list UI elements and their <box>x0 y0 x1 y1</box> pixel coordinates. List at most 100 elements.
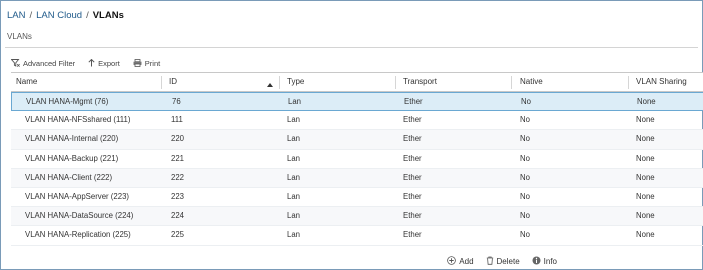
cell-id: 224 <box>171 211 185 221</box>
cell-vlan-sharing: None <box>636 115 655 125</box>
cell-type: Lan <box>287 134 301 144</box>
cell-transport: Ether <box>404 97 423 106</box>
add-label: Add <box>459 257 474 266</box>
table-body: VLAN HANA-Mgmt (76) 76 Lan Ether No None… <box>11 92 703 246</box>
cell-type: Lan <box>287 191 301 201</box>
cell-type: Lan <box>287 115 301 125</box>
cell-type: Lan <box>287 230 301 240</box>
cell-vlan-sharing: None <box>636 211 655 221</box>
toolbar: Advanced Filter Export Print <box>11 56 698 70</box>
column-header-native[interactable]: Native <box>520 73 543 92</box>
add-button[interactable]: Add <box>447 256 474 267</box>
table-row[interactable]: VLAN HANA-Mgmt (76) 76 Lan Ether No None <box>11 92 703 112</box>
breadcrumb-current: VLANs <box>92 10 124 21</box>
breadcrumb-separator: / <box>86 10 89 21</box>
cell-type: Lan <box>288 97 302 106</box>
column-divider[interactable] <box>511 76 512 89</box>
delete-label: Delete <box>496 257 520 266</box>
cell-native: No <box>521 97 531 106</box>
add-icon <box>447 256 457 267</box>
table-header: Name ID Type Transport Native VLAN Shari… <box>11 73 703 92</box>
delete-icon <box>486 256 494 267</box>
table-row[interactable]: VLAN HANA-Internal (220) 220 Lan Ether N… <box>11 130 703 150</box>
vlan-table: Name ID Type Transport Native VLAN Shari… <box>11 72 703 255</box>
page-title: VLANs <box>7 32 32 41</box>
cell-name: VLAN HANA-Backup (221) <box>25 153 119 163</box>
column-header-vlan-sharing[interactable]: VLAN Sharing <box>636 73 687 92</box>
cell-id: 223 <box>171 191 185 201</box>
advanced-filter-button[interactable]: Advanced Filter <box>11 59 75 68</box>
export-button[interactable]: Export <box>88 59 120 68</box>
table-row[interactable]: VLAN HANA-Client (222) 222 Lan Ether No … <box>11 168 703 188</box>
advanced-filter-label: Advanced Filter <box>23 58 76 68</box>
cell-transport: Ether <box>403 191 422 201</box>
cell-name: VLAN HANA-Internal (220) <box>25 134 119 144</box>
breadcrumb-link-lan-cloud[interactable]: LAN Cloud <box>36 10 82 21</box>
cell-transport: Ether <box>403 115 422 125</box>
cell-vlan-sharing: None <box>636 134 655 144</box>
table-actions: Add Delete Info <box>1 254 702 269</box>
cell-transport: Ether <box>403 172 422 182</box>
column-header-id[interactable]: ID <box>169 73 177 92</box>
export-icon <box>88 59 95 67</box>
column-divider[interactable] <box>395 76 396 89</box>
print-label: Print <box>144 58 161 68</box>
delete-button[interactable]: Delete <box>486 256 520 267</box>
cell-name: VLAN HANA-Mgmt (76) <box>26 97 109 106</box>
cell-vlan-sharing: None <box>636 153 655 163</box>
sort-up-icon[interactable] <box>267 80 273 89</box>
cell-id: 221 <box>171 153 185 163</box>
cell-name: VLAN HANA-AppServer (223) <box>25 191 129 201</box>
cell-native: No <box>520 115 530 125</box>
info-label: Info <box>543 257 557 266</box>
table-row[interactable]: VLAN HANA-AppServer (223) 223 Lan Ether … <box>11 188 703 208</box>
column-divider[interactable] <box>161 76 162 89</box>
cell-type: Lan <box>287 153 301 163</box>
breadcrumb: LAN / LAN Cloud / VLANs <box>7 10 124 21</box>
title-divider <box>5 47 698 48</box>
breadcrumb-separator: / <box>29 10 33 21</box>
print-button[interactable]: Print <box>133 59 160 68</box>
cell-transport: Ether <box>403 211 422 221</box>
cell-id: 111 <box>171 115 183 125</box>
cell-vlan-sharing: None <box>637 97 656 106</box>
cell-native: No <box>520 191 530 201</box>
table-row[interactable]: VLAN HANA-DataSource (224) 224 Lan Ether… <box>11 207 703 227</box>
cell-id: 225 <box>171 230 185 240</box>
cell-type: Lan <box>287 211 301 221</box>
table-row[interactable]: VLAN HANA-Replication (225) 225 Lan Ethe… <box>11 226 703 246</box>
cell-id: 76 <box>172 97 181 106</box>
column-divider[interactable] <box>628 76 629 89</box>
cell-vlan-sharing: None <box>636 172 655 182</box>
filter-icon <box>11 59 20 67</box>
cell-name: VLAN HANA-Client (222) <box>25 172 113 182</box>
cell-transport: Ether <box>403 153 422 163</box>
table-row[interactable]: VLAN HANA-NFSshared (111) 111 Lan Ether … <box>11 111 703 131</box>
print-icon <box>133 59 142 67</box>
cell-native: No <box>520 211 530 221</box>
info-icon <box>532 256 541 267</box>
cell-transport: Ether <box>403 134 422 144</box>
cell-native: No <box>520 153 530 163</box>
cell-transport: Ether <box>403 230 422 240</box>
table-row[interactable]: VLAN HANA-Backup (221) 221 Lan Ether No … <box>11 150 703 169</box>
column-divider[interactable] <box>279 76 280 89</box>
cell-vlan-sharing: None <box>636 191 655 201</box>
info-button[interactable]: Info <box>532 256 557 267</box>
cell-native: No <box>520 134 530 144</box>
cell-name: VLAN HANA-NFSshared (111) <box>25 115 131 125</box>
cell-native: No <box>520 230 530 240</box>
cell-type: Lan <box>287 172 301 182</box>
cell-vlan-sharing: None <box>636 230 655 240</box>
cell-id: 220 <box>171 134 185 144</box>
column-header-name[interactable]: Name <box>16 73 37 92</box>
cell-id: 222 <box>171 172 185 182</box>
export-label: Export <box>98 58 120 68</box>
column-header-transport[interactable]: Transport <box>403 73 437 92</box>
column-header-type[interactable]: Type <box>287 73 304 92</box>
cell-native: No <box>520 172 530 182</box>
cell-name: VLAN HANA-DataSource (224) <box>25 211 134 221</box>
breadcrumb-link-lan[interactable]: LAN <box>7 10 25 21</box>
vlans-panel: LAN / LAN Cloud / VLANs VLANs Advanced Filte… <box>0 0 703 270</box>
cell-name: VLAN HANA-Replication (225) <box>25 230 131 240</box>
